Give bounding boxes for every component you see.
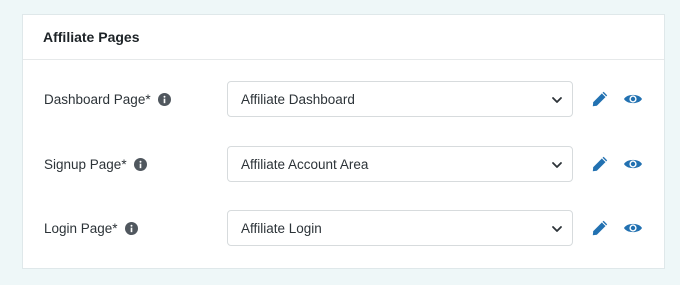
chevron-down-icon xyxy=(551,223,563,235)
login-page-select-value: Affiliate Login xyxy=(241,220,322,236)
eye-icon[interactable] xyxy=(623,219,643,237)
affiliate-pages-panel: Affiliate Pages Dashboard Page* Affiliat… xyxy=(22,14,665,269)
dashboard-page-row: Dashboard Page* Affiliate Dashboard xyxy=(23,81,664,117)
chevron-down-icon xyxy=(551,94,563,106)
dashboard-page-select-value: Affiliate Dashboard xyxy=(241,91,355,107)
signup-page-label-wrap: Signup Page* xyxy=(44,157,147,172)
pencil-icon[interactable] xyxy=(591,155,609,173)
signup-page-select-value: Affiliate Account Area xyxy=(241,156,369,172)
dashboard-page-select[interactable]: Affiliate Dashboard xyxy=(227,81,573,117)
pencil-icon[interactable] xyxy=(591,90,609,108)
eye-icon[interactable] xyxy=(623,90,643,108)
eye-icon[interactable] xyxy=(623,155,643,173)
info-circle-icon[interactable] xyxy=(124,221,138,235)
chevron-down-icon xyxy=(551,159,563,171)
login-page-label: Login Page* xyxy=(44,220,118,236)
login-page-select[interactable]: Affiliate Login xyxy=(227,210,573,246)
info-circle-icon[interactable] xyxy=(157,92,171,106)
login-page-label-wrap: Login Page* xyxy=(44,221,138,236)
signup-page-select[interactable]: Affiliate Account Area xyxy=(227,146,573,182)
panel-header: Affiliate Pages xyxy=(23,15,664,60)
signup-page-label: Signup Page* xyxy=(44,156,127,172)
pencil-icon[interactable] xyxy=(591,219,609,237)
signup-page-row: Signup Page* Affiliate Account Area xyxy=(23,146,664,182)
dashboard-page-label-wrap: Dashboard Page* xyxy=(44,92,171,107)
login-page-row: Login Page* Affiliate Login xyxy=(23,210,664,246)
panel-title: Affiliate Pages xyxy=(43,29,140,45)
info-circle-icon[interactable] xyxy=(133,157,147,171)
dashboard-page-label: Dashboard Page* xyxy=(44,91,151,107)
